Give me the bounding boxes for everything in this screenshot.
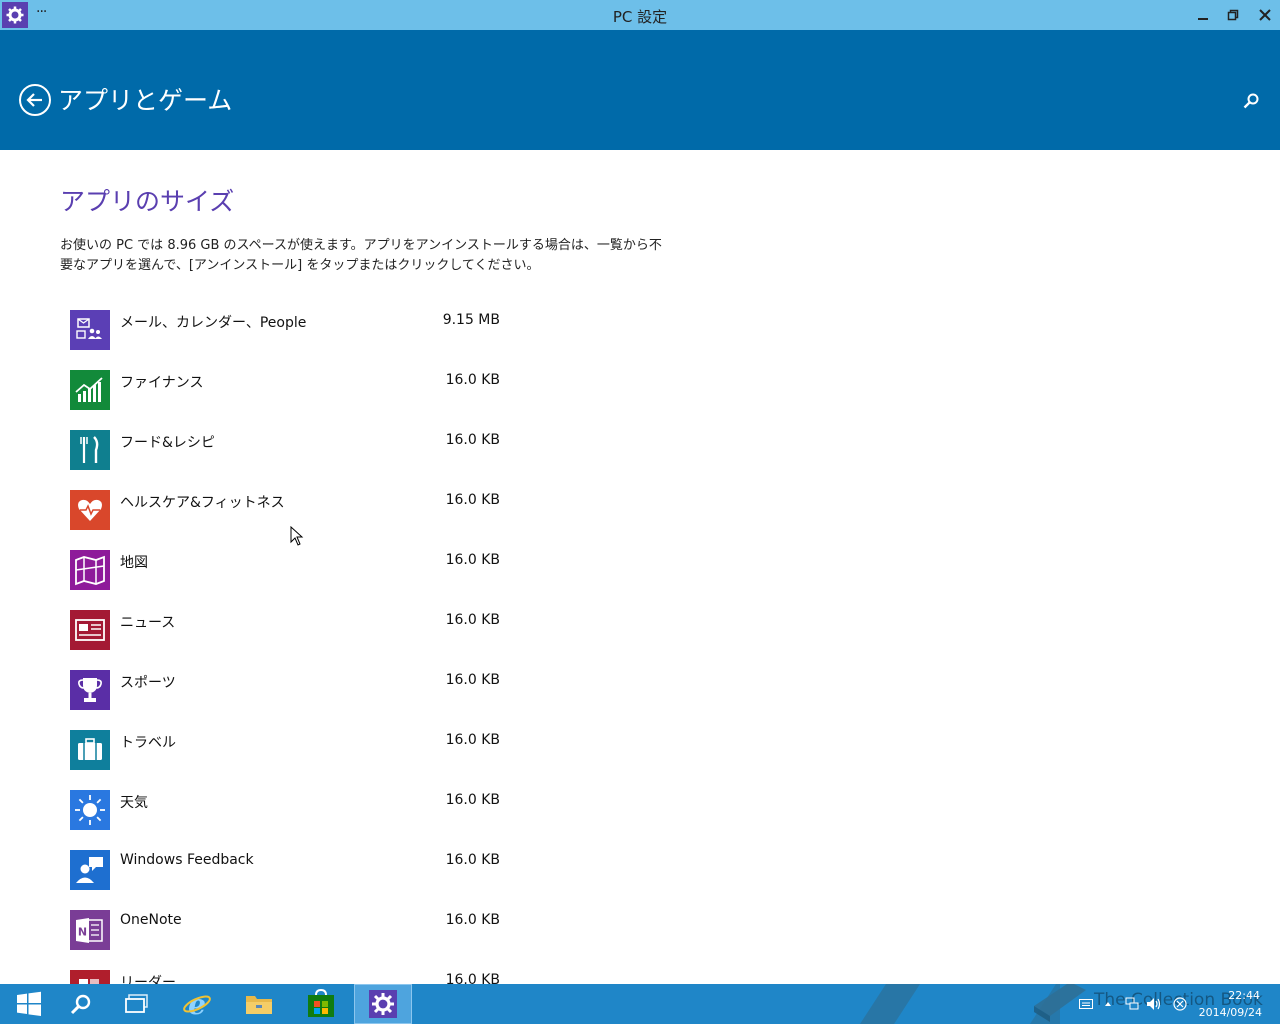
sports-icon — [70, 670, 110, 710]
page-title: アプリとゲーム — [58, 86, 233, 115]
app-name: スポーツ — [120, 675, 176, 691]
section-title: アプリのサイズ — [60, 187, 235, 216]
close-button[interactable] — [1250, 0, 1280, 30]
volume-icon[interactable] — [1146, 996, 1162, 1012]
title-bar: ··· PC 設定 — [0, 0, 1280, 30]
app-list-item[interactable]: スポーツ 16.0 KB — [70, 670, 510, 730]
back-arrow-icon[interactable] — [19, 84, 51, 116]
app-name: ファイナンス — [120, 375, 204, 391]
app-name: フード&レシピ — [120, 435, 215, 451]
app-size: 9.15 MB — [442, 312, 500, 328]
app-list-item[interactable]: フード&レシピ 16.0 KB — [70, 430, 510, 490]
mail-calendar-people-icon — [70, 310, 110, 350]
app-name: ヘルスケア&フィットネス — [120, 495, 285, 511]
app-name: OneNote — [120, 912, 182, 928]
travel-icon — [70, 730, 110, 770]
keyboard-icon[interactable] — [1078, 996, 1094, 1012]
mouse-cursor-icon — [290, 526, 304, 546]
start-windows-icon[interactable] — [0, 984, 58, 1024]
weather-icon — [70, 790, 110, 830]
app-size: 16.0 KB — [445, 792, 500, 808]
feedback-icon — [70, 850, 110, 890]
onenote-icon: N — [70, 910, 110, 950]
news-icon — [70, 610, 110, 650]
internet-explorer-icon[interactable]: e — [168, 984, 226, 1024]
action-center-icon[interactable] — [1172, 996, 1188, 1012]
taskbar: e The Collection Book 22:44 2014/09/24 — [0, 984, 1280, 1024]
chevron-up-icon[interactable] — [1100, 996, 1116, 1012]
app-size: 16.0 KB — [445, 852, 500, 868]
store-icon[interactable] — [292, 984, 350, 1024]
app-size: 16.0 KB — [445, 432, 500, 448]
search-icon[interactable] — [1240, 90, 1262, 112]
task-view-icon[interactable] — [108, 984, 166, 1024]
app-size: 16.0 KB — [445, 492, 500, 508]
app-list-item[interactable]: ニュース 16.0 KB — [70, 610, 510, 670]
app-list-item[interactable]: 地図 16.0 KB — [70, 550, 510, 610]
app-name: トラベル — [120, 735, 176, 751]
app-name: 天気 — [120, 795, 148, 811]
clock-time[interactable]: 22:44 — [1228, 989, 1260, 1002]
finance-icon — [70, 370, 110, 410]
app-name: 地図 — [120, 555, 148, 571]
search-icon[interactable] — [52, 984, 110, 1024]
app-size: 16.0 KB — [445, 912, 500, 928]
restore-button[interactable] — [1218, 0, 1248, 30]
app-list-item[interactable]: メール、カレンダー、People 9.15 MB — [70, 310, 510, 370]
health-icon — [70, 490, 110, 530]
window-title: PC 設定 — [612, 8, 668, 26]
app-size: 16.0 KB — [445, 372, 500, 388]
app-name: Windows Feedback — [120, 852, 254, 868]
app-list-item[interactable]: ファイナンス 16.0 KB — [70, 370, 510, 430]
app-name: ニュース — [120, 615, 176, 631]
system-tray: The Collection Book 22:44 2014/09/24 — [1034, 984, 1280, 1024]
app-list-item[interactable]: Windows Feedback 16.0 KB — [70, 850, 510, 910]
app-list-item[interactable]: トラベル 16.0 KB — [70, 730, 510, 790]
storage-description: お使いの PC では 8.96 GB のスペースが使えます。アプリをアンインスト… — [60, 238, 662, 273]
maps-icon — [70, 550, 110, 590]
page-header: アプリとゲーム — [0, 30, 1280, 150]
app-size: 16.0 KB — [445, 732, 500, 748]
svg-text:N: N — [78, 926, 87, 939]
app-list-item[interactable]: N OneNote 16.0 KB — [70, 910, 510, 970]
pc-settings-taskbar-button[interactable] — [354, 984, 412, 1024]
app-size: 16.0 KB — [445, 612, 500, 628]
network-icon[interactable] — [1124, 996, 1140, 1012]
app-name: メール、カレンダー、People — [120, 315, 307, 331]
app-list: メール、カレンダー、People 9.15 MB ファイナンス 16.0 KB … — [70, 310, 510, 1024]
app-size: 16.0 KB — [445, 672, 500, 688]
file-explorer-icon[interactable] — [230, 984, 288, 1024]
app-list-item[interactable]: 天気 16.0 KB — [70, 790, 510, 850]
clock-date[interactable]: 2014/09/24 — [1199, 1006, 1262, 1019]
food-icon — [70, 430, 110, 470]
app-size: 16.0 KB — [445, 552, 500, 568]
minimize-button[interactable] — [1188, 0, 1218, 30]
svg-text:e: e — [188, 989, 206, 1019]
